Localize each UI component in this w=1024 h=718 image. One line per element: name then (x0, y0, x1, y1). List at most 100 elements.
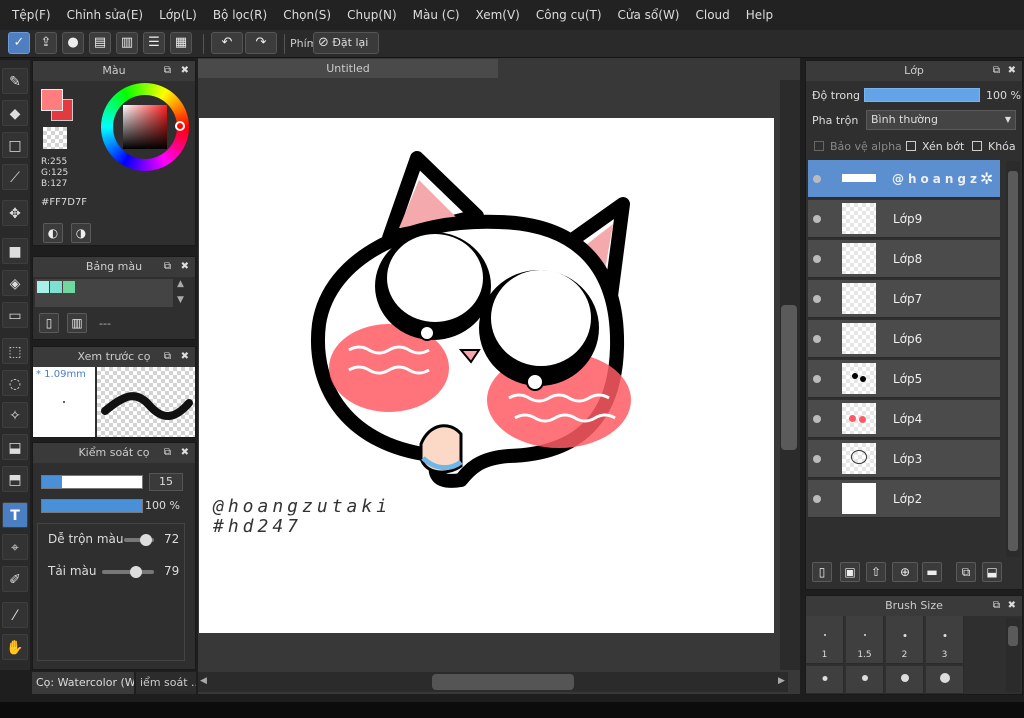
layer-row[interactable]: Lớp9 (808, 200, 1000, 238)
close-icon[interactable]: ✖ (1008, 61, 1016, 81)
vertical-scroll-thumb[interactable] (781, 305, 797, 450)
rectangle-tool-icon[interactable]: □ (2, 132, 28, 158)
saturation-value-square[interactable] (123, 105, 167, 149)
load-slider[interactable] (102, 566, 154, 578)
brush-size-cell[interactable]: 3 (926, 616, 964, 664)
gear-icon[interactable]: ✲ (980, 169, 993, 188)
layer-opacity-slider[interactable] (864, 88, 980, 102)
duplicate-layer-icon[interactable]: ⧉ (956, 562, 976, 582)
edit-tool-icon[interactable]: ✐ (2, 566, 28, 592)
eye-icon[interactable] (813, 375, 821, 383)
line-tool-icon[interactable]: ⟋ (2, 164, 28, 190)
scroll-down-icon[interactable]: ▼ (177, 295, 184, 305)
import-layer-icon[interactable]: ⇧ (866, 562, 886, 582)
menu-help[interactable]: Help (738, 0, 781, 30)
popout-icon[interactable]: ⧉ (164, 61, 171, 81)
layer-row[interactable]: Lớp6 (808, 320, 1000, 358)
eraser-tool-icon[interactable]: ◆ (2, 100, 28, 126)
brush-size-cell[interactable] (806, 666, 844, 694)
select-pen-tool-icon[interactable]: ⬓ (2, 434, 28, 460)
popout-icon[interactable]: ⧉ (993, 61, 1000, 81)
layer-row[interactable]: @hoangz ✲ (808, 160, 1000, 198)
layer-scrollbar[interactable] (1006, 161, 1020, 557)
menu-capture[interactable]: Chụp(N) (339, 0, 405, 30)
horizontal-scroll-thumb[interactable] (432, 674, 574, 690)
document-icon[interactable]: ▥ (116, 32, 138, 54)
scroll-up-icon[interactable]: ▲ (177, 279, 184, 289)
eye-icon[interactable] (813, 295, 821, 303)
brush-size-scrollbar[interactable] (1006, 618, 1020, 692)
trash-icon[interactable]: ▥ (67, 313, 87, 333)
scroll-left-icon[interactable]: ◀ (200, 676, 207, 686)
eye-icon[interactable] (813, 255, 821, 263)
brush-size-cell[interactable]: 2 (886, 616, 924, 664)
close-icon[interactable]: ✖ (181, 61, 189, 81)
load-slider-handle[interactable] (130, 566, 142, 578)
palette-icon[interactable]: ◐ (43, 223, 63, 243)
comment-icon[interactable]: ▤ (89, 32, 111, 54)
layer-scroll-thumb[interactable] (1008, 171, 1018, 551)
blend-mode-select[interactable]: Bình thường ▼ (866, 110, 1016, 130)
brush-size-value[interactable]: 15 (149, 473, 183, 491)
brush-size-cell[interactable] (886, 666, 924, 694)
new-halftone-layer-icon[interactable]: ▣ (840, 562, 860, 582)
new-layer-icon[interactable]: ▯ (812, 562, 832, 582)
lock-checkbox[interactable] (972, 141, 982, 151)
brush-control-tab[interactable]: iểm soát ... (136, 672, 196, 694)
divide-tool-icon[interactable]: ⌖ (2, 534, 28, 560)
document-tab[interactable]: Untitled (198, 59, 498, 78)
menu-cloud[interactable]: Cloud (688, 0, 738, 30)
palette-swatch[interactable] (37, 281, 49, 293)
menu-select[interactable]: Chọn(S) (275, 0, 339, 30)
folder-icon[interactable]: ▬ (922, 562, 942, 582)
shape-fill-tool-icon[interactable]: ■ (2, 238, 28, 264)
speech-bubble-icon[interactable]: ● (62, 32, 84, 54)
add-layer-menu-icon[interactable]: ⊕ (892, 562, 918, 582)
brush-size-cell[interactable]: 1.5 (846, 616, 884, 664)
brush-opacity-slider[interactable] (41, 499, 143, 513)
eye-icon[interactable] (813, 215, 821, 223)
eye-icon[interactable] (813, 455, 821, 463)
redo-icon[interactable]: ↷ (245, 32, 277, 54)
menu-filter[interactable]: Bộ lọc(R) (205, 0, 275, 30)
menu-layer[interactable]: Lớp(L) (151, 0, 205, 30)
palette-swatch[interactable] (63, 281, 75, 293)
layer-row[interactable]: Lớp3 (808, 440, 1000, 478)
close-icon[interactable]: ✖ (181, 257, 189, 277)
layer-row[interactable]: Lớp5 (808, 360, 1000, 398)
layer-row[interactable]: Lớp2 (808, 480, 1000, 518)
close-icon[interactable]: ✖ (1008, 596, 1016, 616)
drawing-canvas[interactable]: @hoangzutaki #hd247 (199, 118, 774, 633)
brush-size-slider[interactable] (41, 475, 143, 489)
popout-icon[interactable]: ⧉ (164, 443, 171, 463)
eyedropper-tool-icon[interactable]: ⁄ (2, 602, 28, 628)
blend-slider-handle[interactable] (140, 534, 152, 546)
share-icon[interactable]: ⇪ (35, 32, 57, 54)
popout-icon[interactable]: ⧉ (164, 257, 171, 277)
layer-row[interactable]: Lớp8 (808, 240, 1000, 278)
lasso-tool-icon[interactable]: ◌ (2, 370, 28, 396)
protect-alpha-checkbox[interactable] (814, 141, 824, 151)
gradient-tool-icon[interactable]: ▭ (2, 302, 28, 328)
reset-button[interactable]: ⊘ Đặt lại (313, 32, 379, 54)
list-icon[interactable]: ☰ (143, 32, 165, 54)
popout-icon[interactable]: ⧉ (164, 347, 171, 367)
clipping-checkbox[interactable] (906, 141, 916, 151)
transparent-color-swatch[interactable] (43, 127, 67, 149)
hue-ring[interactable] (101, 83, 189, 171)
brush-size-cell[interactable]: 1 (806, 616, 844, 664)
text-tool-icon[interactable]: T (2, 502, 28, 528)
brush-size-cell[interactable] (926, 666, 964, 694)
scroll-right-icon[interactable]: ▶ (778, 676, 785, 686)
brush-size-scroll-thumb[interactable] (1008, 626, 1018, 646)
menu-window[interactable]: Cửa sổ(W) (610, 0, 688, 30)
primary-color-swatch[interactable] (41, 89, 63, 111)
layer-row[interactable]: Lớp7 (808, 280, 1000, 318)
brush-size-cell[interactable] (846, 666, 884, 694)
hand-tool-icon[interactable]: ✋ (2, 634, 28, 660)
menu-tools[interactable]: Công cụ(T) (528, 0, 610, 30)
eye-icon[interactable] (813, 175, 821, 183)
palette-swatch[interactable] (50, 281, 62, 293)
eye-icon[interactable] (813, 335, 821, 343)
move-tool-icon[interactable]: ✥ (2, 200, 28, 226)
